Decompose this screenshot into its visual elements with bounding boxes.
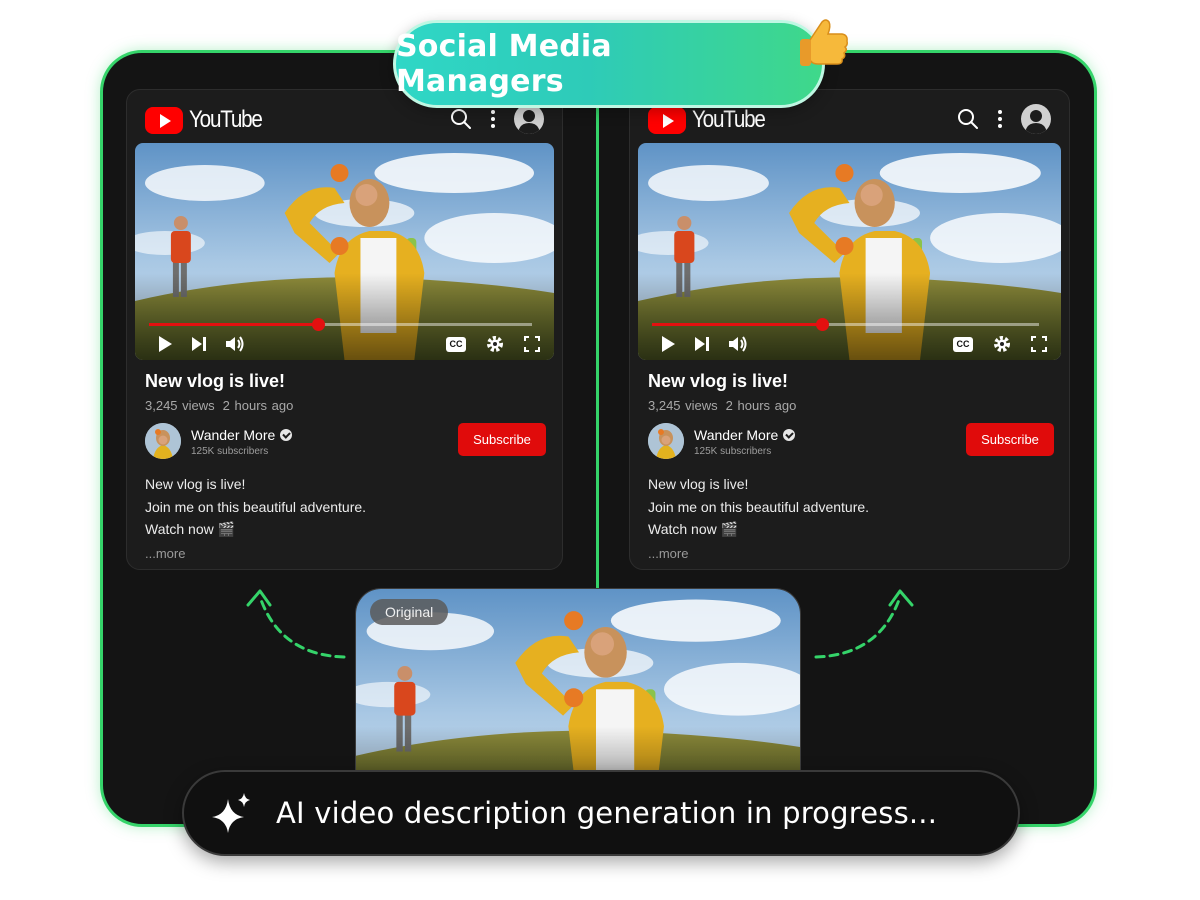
volume-icon[interactable] bbox=[225, 335, 245, 353]
video-description: New vlog is live! Join me on this beauti… bbox=[648, 473, 869, 541]
view-count: 3,245 views bbox=[648, 398, 718, 413]
settings-gear-icon[interactable] bbox=[486, 335, 504, 353]
video-player[interactable]: CC bbox=[638, 143, 1061, 360]
upload-age: 2 hours ago bbox=[725, 398, 797, 413]
description-line: Watch now 🎬 bbox=[648, 521, 739, 537]
play-icon[interactable] bbox=[660, 335, 676, 353]
next-icon[interactable] bbox=[191, 336, 207, 352]
fullscreen-icon[interactable] bbox=[524, 336, 540, 352]
subscribe-button[interactable]: Subscribe bbox=[458, 423, 546, 456]
show-more-link[interactable]: ...more bbox=[145, 546, 185, 561]
play-icon[interactable] bbox=[157, 335, 173, 353]
next-icon[interactable] bbox=[694, 336, 710, 352]
more-options-icon[interactable] bbox=[997, 109, 1003, 129]
captions-icon[interactable]: CC bbox=[446, 336, 466, 352]
channel-name[interactable]: Wander More bbox=[694, 427, 778, 443]
description-line: New vlog is live! bbox=[145, 476, 246, 492]
search-icon[interactable] bbox=[957, 108, 979, 130]
original-video-preview: Original bbox=[355, 588, 801, 778]
video-title: New vlog is live! bbox=[648, 371, 789, 391]
description-line: Join me on this beautiful adventure. bbox=[145, 498, 367, 515]
upload-age: 2 hours ago bbox=[222, 398, 294, 413]
audience-badge: Social Media Managers bbox=[393, 20, 825, 108]
description-line: New vlog is live! bbox=[648, 476, 749, 492]
generation-status-banner: AI video description generation in progr… bbox=[182, 770, 1020, 856]
account-avatar-icon[interactable] bbox=[1021, 104, 1051, 134]
dashed-arrow-left-icon bbox=[246, 589, 346, 659]
progress-fill bbox=[149, 323, 318, 326]
account-avatar-icon[interactable] bbox=[514, 104, 544, 134]
subscriber-count: 125K subscribers bbox=[694, 446, 772, 457]
video-progress-bar[interactable] bbox=[149, 318, 532, 331]
video-frame-image bbox=[638, 143, 1061, 360]
youtube-logo-text: YouTube bbox=[189, 106, 263, 133]
youtube-logo[interactable]: YouTube bbox=[648, 106, 777, 134]
youtube-logo-text: YouTube bbox=[692, 106, 766, 133]
settings-gear-icon[interactable] bbox=[993, 335, 1011, 353]
channel-name-row[interactable]: Wander More bbox=[191, 427, 293, 443]
channel-name-row[interactable]: Wander More bbox=[694, 427, 796, 443]
video-title: New vlog is live! bbox=[145, 371, 286, 391]
video-meta: 3,245 views 2 hours ago bbox=[648, 398, 796, 413]
view-count: 3,245 views bbox=[145, 398, 215, 413]
progress-scrubber[interactable] bbox=[311, 318, 325, 331]
volume-icon[interactable] bbox=[728, 335, 748, 353]
video-player[interactable]: CC bbox=[135, 143, 554, 360]
youtube-card-right: YouTube CC New vlog is live! 3,245 views… bbox=[629, 89, 1070, 570]
generation-status-text: AI video description generation in progr… bbox=[276, 796, 938, 830]
video-description: New vlog is live! Join me on this beauti… bbox=[145, 473, 366, 541]
video-progress-bar[interactable] bbox=[652, 318, 1039, 331]
original-badge: Original bbox=[370, 599, 449, 625]
description-line: Join me on this beautiful adventure. bbox=[648, 498, 870, 515]
channel-name[interactable]: Wander More bbox=[191, 427, 275, 443]
youtube-play-icon bbox=[145, 106, 183, 134]
thumbs-up-icon bbox=[800, 19, 848, 66]
progress-fill bbox=[652, 323, 823, 326]
channel-avatar[interactable] bbox=[145, 423, 181, 459]
verified-badge-icon bbox=[280, 429, 293, 441]
youtube-logo[interactable]: YouTube bbox=[145, 106, 274, 134]
more-options-icon[interactable] bbox=[490, 109, 496, 129]
dashed-arrow-right-icon bbox=[814, 589, 914, 659]
captions-icon[interactable]: CC bbox=[953, 336, 973, 352]
verified-badge-icon bbox=[783, 429, 796, 441]
center-divider bbox=[596, 100, 599, 590]
fullscreen-icon[interactable] bbox=[1031, 336, 1047, 352]
channel-avatar[interactable] bbox=[648, 423, 684, 459]
subscribe-button[interactable]: Subscribe bbox=[966, 423, 1054, 456]
audience-badge-label: Social Media Managers bbox=[396, 29, 612, 99]
sparkle-icon bbox=[212, 793, 250, 833]
search-icon[interactable] bbox=[450, 108, 472, 130]
subscriber-count: 125K subscribers bbox=[191, 446, 269, 457]
show-more-link[interactable]: ...more bbox=[648, 546, 688, 561]
youtube-card-left: YouTube CC New vlog is live! 3,245 views… bbox=[126, 89, 563, 570]
video-meta: 3,245 views 2 hours ago bbox=[145, 398, 293, 413]
video-frame-image bbox=[135, 143, 554, 360]
youtube-play-icon bbox=[648, 106, 686, 134]
description-line: Watch now 🎬 bbox=[145, 521, 236, 537]
